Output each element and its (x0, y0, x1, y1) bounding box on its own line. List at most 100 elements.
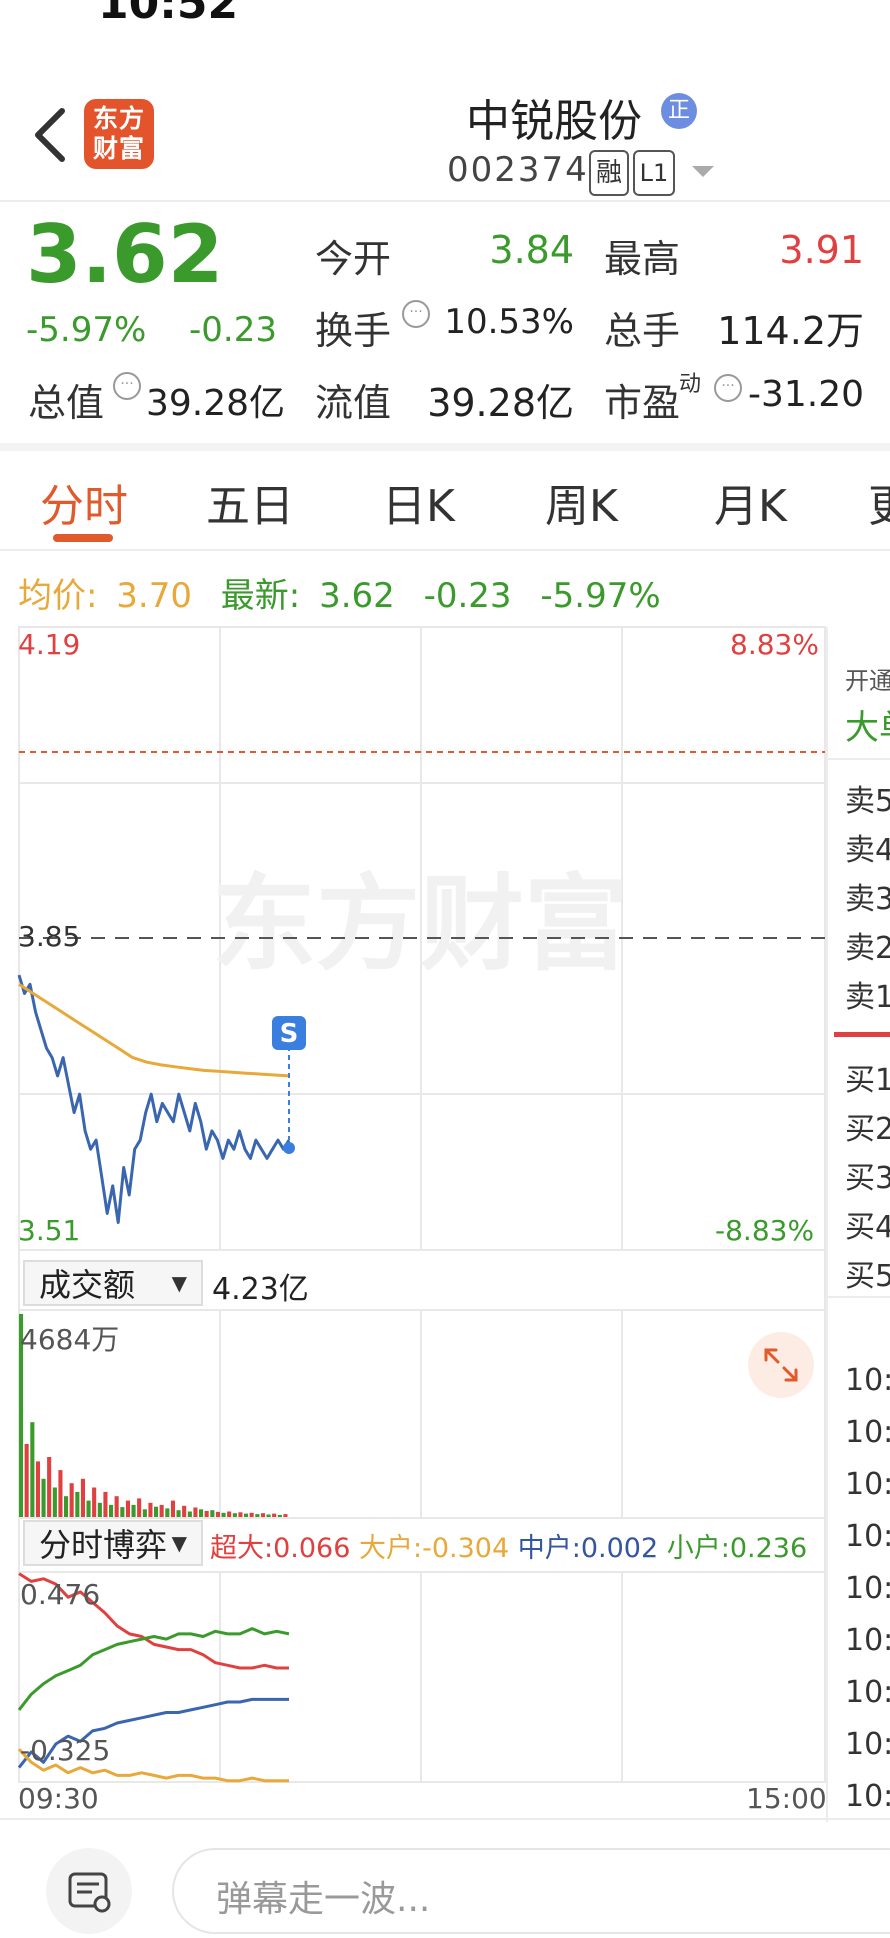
mktcap-value: 39.28亿 (146, 383, 286, 424)
volume-bar (114, 1496, 119, 1518)
last-price-dot (283, 1142, 295, 1154)
game-selector-label: 分时博弈 (39, 1526, 168, 1564)
volume-bar (165, 1508, 170, 1518)
tab-intraday[interactable]: 分时 (40, 470, 128, 534)
volume-bar (142, 1509, 147, 1518)
app-logo: 东方财富 (84, 99, 154, 169)
pe-info-icon[interactable]: ··· (714, 374, 742, 402)
volume-bar (41, 1478, 46, 1518)
intraday-chart[interactable]: 东方财富 S (0, 620, 830, 1790)
info-line: 均价: 3.70 最新: 3.62 -0.23 -5.97% (18, 568, 661, 617)
trade-marker[interactable]: S (272, 1016, 306, 1154)
legend-large-label: 大户: (359, 1533, 423, 1564)
tab-monthly-k[interactable]: 月K (714, 470, 787, 534)
legend-small-value: 0.236 (729, 1533, 808, 1564)
volume-bar (154, 1506, 159, 1518)
tick-time-1: 10: (845, 1363, 890, 1398)
legend-super-label: 超大: (210, 1533, 274, 1564)
tab-indicator (53, 534, 113, 542)
volume-bar (103, 1491, 108, 1518)
bottom-divider (0, 1818, 890, 1820)
bid-ask-divider (834, 1032, 890, 1037)
volume-max-label: 4684万 (20, 1323, 120, 1356)
tab-weekly-k[interactable]: 周K (545, 470, 618, 534)
avg-label: 均价: (18, 576, 98, 616)
y-axis-top-pct: 8.83% (730, 628, 819, 661)
turnover-info-icon[interactable]: ··· (402, 300, 430, 328)
y-axis-bottom-pct: -8.83% (715, 1214, 815, 1247)
back-icon[interactable] (30, 105, 70, 165)
volume-bar (58, 1470, 63, 1518)
buy-level-4: 买4 (845, 1210, 890, 1245)
x-axis-start: 09:30 (18, 1782, 99, 1815)
tick-time-8: 10: (845, 1727, 890, 1762)
comment-placeholder: 弹幕走一波... (216, 1879, 431, 1920)
comment-toggle-icon[interactable] (46, 1848, 132, 1934)
game-selector[interactable]: 分时博弈 ▼ (23, 1520, 203, 1566)
float-value: 39.28亿 (427, 381, 574, 425)
tick-time-4: 10: (845, 1519, 890, 1554)
volume-bar (182, 1505, 187, 1518)
volume-bar (131, 1504, 136, 1518)
chart-watermark: 东方财富 (212, 863, 628, 985)
badge-icon: 正 (661, 93, 697, 129)
margin-tag: 融 (589, 150, 629, 196)
current-price: 3.62 (26, 208, 224, 301)
chevron-down-icon[interactable] (692, 166, 714, 177)
tick-time-7: 10: (845, 1675, 890, 1710)
volume-bar (120, 1507, 125, 1518)
volume-bar (137, 1498, 142, 1518)
volume-bar (199, 1509, 204, 1518)
open-label: 今开 (315, 237, 392, 281)
legend-super-value: 0.066 (273, 1533, 351, 1564)
side-divider-1 (828, 758, 890, 760)
volume-bar (148, 1502, 153, 1518)
volume-bar (109, 1504, 114, 1518)
volume-bar (24, 1444, 29, 1518)
mktcap-label: 总值 (28, 381, 105, 425)
buy-level-3: 买3 (845, 1161, 890, 1196)
marker-label: S (280, 1019, 299, 1049)
pe-value: -31.20 (748, 374, 865, 415)
sell-level-5: 卖5 (845, 784, 890, 819)
tab-daily-k[interactable]: 日K (382, 470, 455, 534)
game-y-bottom: -0.325 (20, 1734, 111, 1767)
legend-small-label: 小户: (666, 1533, 730, 1564)
comment-input[interactable]: 弹幕走一波... (172, 1848, 890, 1934)
latest-change: -0.23 (423, 576, 512, 616)
legend-mid-value: 0.002 (580, 1533, 659, 1564)
volume-bar (75, 1491, 80, 1518)
side-open-link[interactable]: 开通 (845, 661, 890, 696)
tick-time-5: 10: (845, 1571, 890, 1606)
volume-bar (64, 1496, 69, 1518)
volume-selector[interactable]: 成交额 ▼ (23, 1260, 203, 1306)
volume-bar (193, 1507, 198, 1518)
pe-superscript: 动 (679, 372, 702, 397)
tab-more[interactable]: 更 (868, 470, 890, 534)
sell-level-2: 卖2 (845, 931, 890, 966)
avg-value: 3.70 (116, 576, 192, 616)
level-tag: L1 (633, 150, 675, 196)
y-axis-top: 4.19 (18, 628, 81, 661)
mktcap-info-icon[interactable]: ··· (113, 372, 141, 400)
expand-icon[interactable] (748, 1332, 814, 1398)
tick-time-2: 10: (845, 1415, 890, 1450)
game-y-top: 0.476 (20, 1578, 101, 1611)
side-divider-2 (828, 1296, 890, 1298)
volume-bar (69, 1483, 74, 1518)
volume-selector-caret-icon: ▼ (171, 1271, 187, 1295)
volume-bar (204, 1511, 209, 1518)
stock-name: 中锐股份 (466, 96, 642, 147)
side-big-order[interactable]: 大单 (845, 700, 890, 749)
volume-value: 114.2万 (717, 309, 864, 353)
volume-bar (210, 1510, 215, 1518)
legend-large-value: -0.304 (422, 1533, 510, 1564)
tick-time-9: 10: (845, 1779, 890, 1814)
y-axis-mid: 3.85 (18, 920, 81, 953)
volume-bar (97, 1502, 102, 1518)
avg-price-series-line (18, 983, 290, 1078)
volume-bar (170, 1500, 175, 1518)
tab-five-day[interactable]: 五日 (206, 470, 294, 534)
high-label: 最高 (604, 237, 681, 281)
volume-total: 4.23亿 (212, 1272, 309, 1307)
